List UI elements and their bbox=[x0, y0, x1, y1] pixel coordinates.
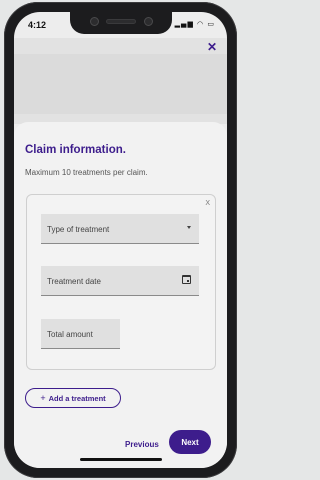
close-icon[interactable]: ✕ bbox=[205, 40, 219, 54]
claim-card: Claim information. Maximum 10 treatments… bbox=[14, 122, 227, 468]
speaker-icon bbox=[106, 19, 136, 24]
total-amount-label: Total amount bbox=[47, 330, 93, 339]
notch bbox=[70, 12, 172, 34]
page-subtitle: Maximum 10 treatments per claim. bbox=[25, 168, 148, 177]
page-title: Claim information. bbox=[25, 144, 126, 156]
treatment-date-field[interactable]: Treatment date bbox=[41, 266, 199, 296]
status-icons: ▂▄▆ ◠ ▭ bbox=[174, 20, 215, 28]
header-band bbox=[14, 54, 227, 114]
treatment-type-label: Type of treatment bbox=[47, 225, 110, 234]
total-amount-field[interactable]: Total amount bbox=[41, 319, 120, 349]
sensor-icon bbox=[144, 17, 153, 26]
next-button[interactable]: Next bbox=[169, 430, 211, 454]
chevron-down-icon bbox=[187, 226, 191, 229]
treatment-date-label: Treatment date bbox=[47, 277, 101, 286]
treatment-box: X Type of treatment Treatment date Total… bbox=[26, 194, 216, 370]
status-time: 4:12 bbox=[28, 20, 47, 30]
calendar-icon[interactable] bbox=[182, 275, 191, 284]
home-indicator[interactable] bbox=[80, 458, 162, 461]
add-treatment-label: Add a treatment bbox=[48, 393, 106, 403]
treatment-type-select[interactable]: Type of treatment bbox=[41, 214, 199, 244]
screen: 4:12 ▂▄▆ ◠ ▭ ✕ Claim information. Maximu… bbox=[14, 12, 227, 468]
add-treatment-button[interactable]: + Add a treatment bbox=[25, 388, 121, 408]
remove-treatment-button[interactable]: X bbox=[205, 200, 210, 207]
phone-frame: 4:12 ▂▄▆ ◠ ▭ ✕ Claim information. Maximu… bbox=[4, 2, 237, 478]
previous-button[interactable]: Previous bbox=[125, 440, 159, 449]
top-area bbox=[14, 38, 227, 124]
plus-icon: + bbox=[40, 393, 46, 403]
camera-icon bbox=[90, 17, 99, 26]
